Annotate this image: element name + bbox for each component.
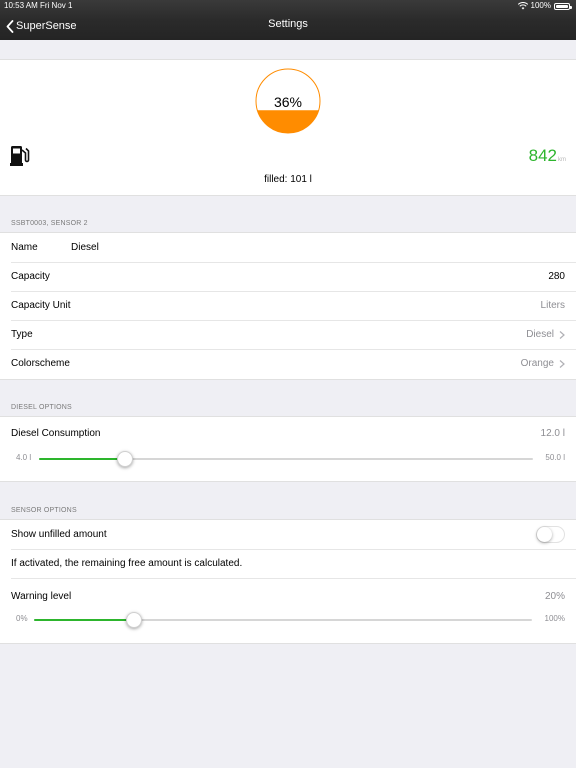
remaining-range: 842 km xyxy=(529,146,566,166)
capacity-row[interactable]: Capacity 280 xyxy=(11,262,576,292)
capacity-unit-label: Capacity Unit xyxy=(11,300,71,311)
capacity-unit-row[interactable]: Capacity Unit Liters xyxy=(11,291,576,321)
colorscheme-label: Colorscheme xyxy=(11,358,70,369)
type-label: Type xyxy=(11,329,33,340)
type-row[interactable]: Type Diesel xyxy=(11,320,576,350)
capacity-label: Capacity xyxy=(11,271,50,282)
tank-percent: 36% xyxy=(273,94,303,110)
fuel-pump-icon xyxy=(10,146,30,166)
diesel-consumption-slider[interactable]: 4.0 l 50.0 l xyxy=(11,451,565,467)
name-field[interactable]: Diesel xyxy=(71,233,99,262)
tank-level-fill xyxy=(256,110,320,133)
type-value-group: Diesel xyxy=(526,320,565,349)
show-unfilled-label: Show unfilled amount xyxy=(11,529,107,540)
diesel-options-group: Diesel Consumption 12.0 l 4.0 l 50.0 l xyxy=(0,416,576,482)
sensor-section-header: SSBT0003, SENSOR 2 xyxy=(11,220,88,227)
diesel-consumption-row: Diesel Consumption 12.0 l xyxy=(11,419,576,448)
warning-level-slider[interactable]: 0% 100% xyxy=(11,612,565,628)
range-unit: km xyxy=(558,157,566,163)
colorscheme-row[interactable]: Colorscheme Orange xyxy=(11,349,576,378)
range-value: 842 xyxy=(528,146,557,165)
unfilled-description: If activated, the remaining free amount … xyxy=(11,558,243,569)
status-right: 100% xyxy=(517,0,572,12)
slider-min-label: 0% xyxy=(16,614,28,623)
sensor-options-group: Show unfilled amount If activated, the r… xyxy=(0,519,576,644)
warning-level-label: Warning level xyxy=(11,591,72,602)
diesel-section-header: DIESEL OPTIONS xyxy=(11,404,72,411)
name-label: Name xyxy=(11,242,38,253)
show-unfilled-row: Show unfilled amount xyxy=(11,520,576,550)
slider-track[interactable] xyxy=(39,458,533,460)
slider-track[interactable] xyxy=(34,619,532,621)
warning-level-value: 20% xyxy=(544,591,565,602)
slider-min-label: 4.0 l xyxy=(16,453,32,462)
slider-max-label: 100% xyxy=(544,614,565,623)
battery-icon xyxy=(554,2,572,10)
status-time: 10:53 AM xyxy=(4,1,38,10)
capacity-field[interactable]: 280 xyxy=(548,262,565,291)
warning-level-row: Warning level 20% xyxy=(11,582,576,611)
page-title: Settings xyxy=(268,18,308,30)
top-bar: 10:53 AM Fri Nov 1 100% SuperSense Setti… xyxy=(0,0,576,40)
slider-fill xyxy=(34,619,134,621)
colorscheme-value-group: Orange xyxy=(521,349,565,378)
show-unfilled-toggle[interactable] xyxy=(536,526,565,543)
status-bar: 10:53 AM Fri Nov 1 100% xyxy=(0,0,576,12)
name-row[interactable]: Name Diesel xyxy=(11,233,576,263)
battery-percent: 100% xyxy=(530,1,551,10)
capacity-unit-value: Liters xyxy=(540,300,565,311)
sensor-settings-group: Name Diesel Capacity 280 Capacity Unit L… xyxy=(0,232,576,380)
unfilled-description-row: If activated, the remaining free amount … xyxy=(11,549,576,579)
chevron-right-icon xyxy=(559,359,565,368)
slider-thumb[interactable] xyxy=(116,451,133,467)
slider-fill xyxy=(39,458,125,460)
tank-overview-card: 36% 842 km filled: 101 l xyxy=(0,59,576,196)
diesel-consumption-value: 12.0 l xyxy=(540,428,565,439)
slider-thumb[interactable] xyxy=(125,612,142,628)
sensor-options-header: SENSOR OPTIONS xyxy=(11,507,77,514)
chevron-right-icon xyxy=(559,330,565,339)
wifi-icon xyxy=(517,2,528,10)
slider-max-label: 50.0 l xyxy=(545,453,565,462)
diesel-consumption-label: Diesel Consumption xyxy=(11,428,101,439)
colorscheme-value: Orange xyxy=(520,358,554,369)
status-date: Fri Nov 1 xyxy=(40,1,73,10)
type-value: Diesel xyxy=(526,329,554,340)
filled-amount: filled: 101 l xyxy=(264,174,312,185)
